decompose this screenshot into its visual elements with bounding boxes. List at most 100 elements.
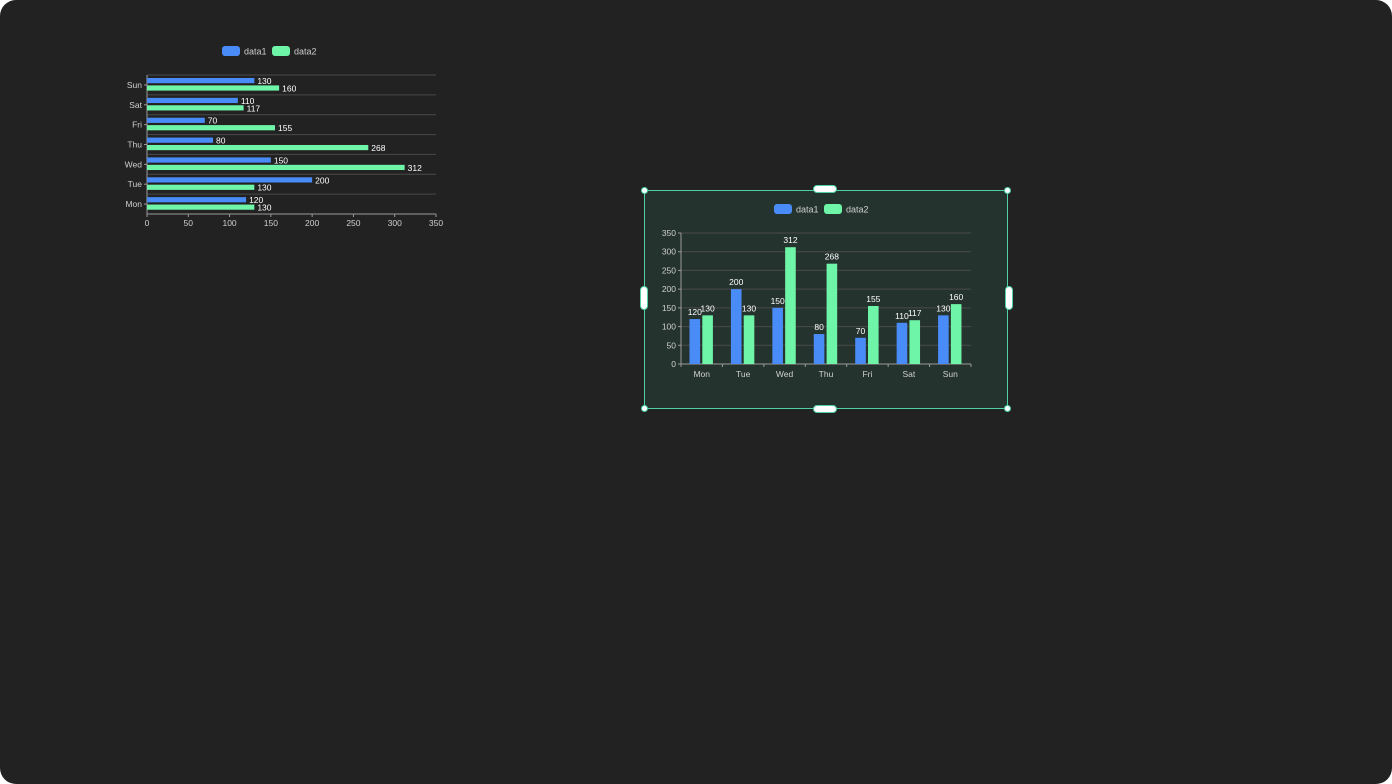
y-tick-label: Tue <box>128 179 143 189</box>
bar-data2-Fri <box>868 305 879 364</box>
data-label-data2-Mon: 130 <box>257 203 271 213</box>
bar-data1-Mon <box>689 319 701 364</box>
bar-data2-Thu <box>826 263 838 364</box>
data-label-data2-Tue: 130 <box>257 183 271 193</box>
bar-data2-Wed <box>785 247 796 364</box>
data-label-data1-Fri: 70 <box>208 116 218 126</box>
data-label-data2-Tue: 130 <box>742 303 756 313</box>
data-label-data2-Wed: 312 <box>408 163 422 173</box>
y-tick-label: 150 <box>662 303 676 313</box>
data-label-data1-Tue: 200 <box>315 175 329 185</box>
legend-label-data2: data2 <box>846 205 869 215</box>
resize-handle-top-left[interactable] <box>641 187 648 194</box>
data-label-data2-Sun: 160 <box>282 83 296 93</box>
data-label-data1-Tue: 200 <box>729 277 743 287</box>
vertical-bar-chart[interactable]: data1 data2050100150200250300350Mon120130… <box>645 191 1006 407</box>
data-label-data2-Thu: 268 <box>825 252 839 262</box>
bar-data1-Wed <box>772 307 783 364</box>
x-tick-label: Sat <box>902 369 915 379</box>
x-tick-label: 250 <box>346 218 360 226</box>
horizontal-bar-chart[interactable]: data1 data20 50 100 150 200 250 300 350Mon 120130… <box>100 36 445 226</box>
data-label-data1-Fri: 70 <box>856 326 866 336</box>
bar-data1-Mon <box>147 197 247 203</box>
resize-handle-top[interactable] <box>813 185 837 193</box>
bar-data1-Thu <box>813 334 825 364</box>
data-label-data2-Wed: 312 <box>783 235 797 245</box>
y-tick-label: 300 <box>662 247 676 257</box>
bar-data1-Tue <box>730 289 742 364</box>
y-tick-label: Sat <box>129 100 142 110</box>
y-tick-label: 250 <box>662 265 676 275</box>
bar-data1-Wed <box>147 157 271 163</box>
x-tick-label: 0 <box>145 218 150 226</box>
y-tick-label: 100 <box>662 322 676 332</box>
y-tick-label: Thu <box>127 140 142 150</box>
x-tick-label: 200 <box>305 218 319 226</box>
resize-handle-bottom[interactable] <box>813 405 837 413</box>
x-tick-label: 300 <box>388 218 402 226</box>
bar-data2-Sun <box>950 304 962 364</box>
bar-data1-Thu <box>147 137 214 143</box>
data-label-data2-Thu: 268 <box>371 143 385 153</box>
bar-data2-Tue <box>743 315 755 364</box>
bar-data2-Wed <box>147 164 405 171</box>
x-tick-label: 150 <box>264 218 278 226</box>
data-label-data2-Sat: 117 <box>247 103 261 113</box>
bar-data1-Sun <box>147 78 255 84</box>
y-tick-label: Wed <box>125 159 143 169</box>
legend-label-data2: data2 <box>294 47 317 57</box>
bar-data1-Fri <box>147 117 205 123</box>
legend-label-data1: data1 <box>244 47 267 57</box>
bar-data1-Sat <box>896 322 908 364</box>
bar-data2-Sat <box>147 105 244 111</box>
y-tick-label: 200 <box>662 284 676 294</box>
x-tick-label: Wed <box>776 369 794 379</box>
data-label-data1-Wed: 150 <box>771 296 785 306</box>
y-tick-label: 50 <box>667 340 677 350</box>
x-tick-label: Thu <box>819 369 834 379</box>
bar-data2-Tue <box>147 184 255 190</box>
data-label-data1-Wed: 150 <box>274 155 288 165</box>
legend-swatch-data1 <box>774 204 792 214</box>
data-label-data2-Sat: 117 <box>908 308 922 318</box>
y-tick-label: 350 <box>662 228 676 238</box>
x-tick-label: 350 <box>429 218 443 226</box>
y-tick-label: Fri <box>132 120 142 130</box>
bar-data1-Fri <box>855 337 866 364</box>
legend-swatch-data2 <box>272 46 290 56</box>
data-label-data2-Fri: 155 <box>866 294 880 304</box>
data-label-data1-Thu: 80 <box>216 136 226 146</box>
bar-data2-Sat <box>909 320 921 364</box>
x-tick-label: Mon <box>693 369 710 379</box>
canvas[interactable]: data1 data2 0 50 100 150 200 250 300 350 Mon 120 130… <box>0 0 1392 784</box>
data-label-data2-Fri: 155 <box>278 123 292 133</box>
data-label-data1-Sat: 110 <box>895 311 909 321</box>
y-tick-label: Mon <box>125 199 142 209</box>
data-label-data1-Sun: 130 <box>936 303 950 313</box>
bar-data2-Thu <box>147 144 369 151</box>
data-label-data2-Mon: 130 <box>701 303 715 313</box>
data-label-data1-Thu: 80 <box>814 322 824 332</box>
data-label-data1-Sun: 130 <box>257 76 271 86</box>
bar-data2-Mon <box>702 315 713 364</box>
resize-handle-bottom-left[interactable] <box>641 405 648 412</box>
resize-handle-left[interactable] <box>640 286 648 310</box>
bar-data1-Sat <box>147 97 238 104</box>
resize-handle-bottom-right[interactable] <box>1004 405 1011 412</box>
y-tick-label: Sun <box>127 80 142 90</box>
x-tick-label: 50 <box>184 218 194 226</box>
legend-label-data1: data1 <box>796 205 819 215</box>
bar-data2-Fri <box>147 125 275 131</box>
x-tick-label: Fri <box>862 369 872 379</box>
resize-handle-right[interactable] <box>1005 286 1013 310</box>
legend-swatch-data2 <box>824 204 842 214</box>
resize-handle-top-right[interactable] <box>1004 187 1011 194</box>
bar-data1-Sun <box>938 315 949 364</box>
y-tick-label: 0 <box>671 359 676 369</box>
x-tick-label: Sun <box>943 369 958 379</box>
bar-data1-Tue <box>147 177 313 183</box>
bar-data2-Mon <box>147 204 255 210</box>
bar-data2-Sun <box>147 85 280 91</box>
selected-chart-frame[interactable]: data1 data2 0 50 100 150 200 250 300 350 Mon 120 130… <box>644 190 1008 409</box>
x-tick-label: Tue <box>736 369 751 379</box>
